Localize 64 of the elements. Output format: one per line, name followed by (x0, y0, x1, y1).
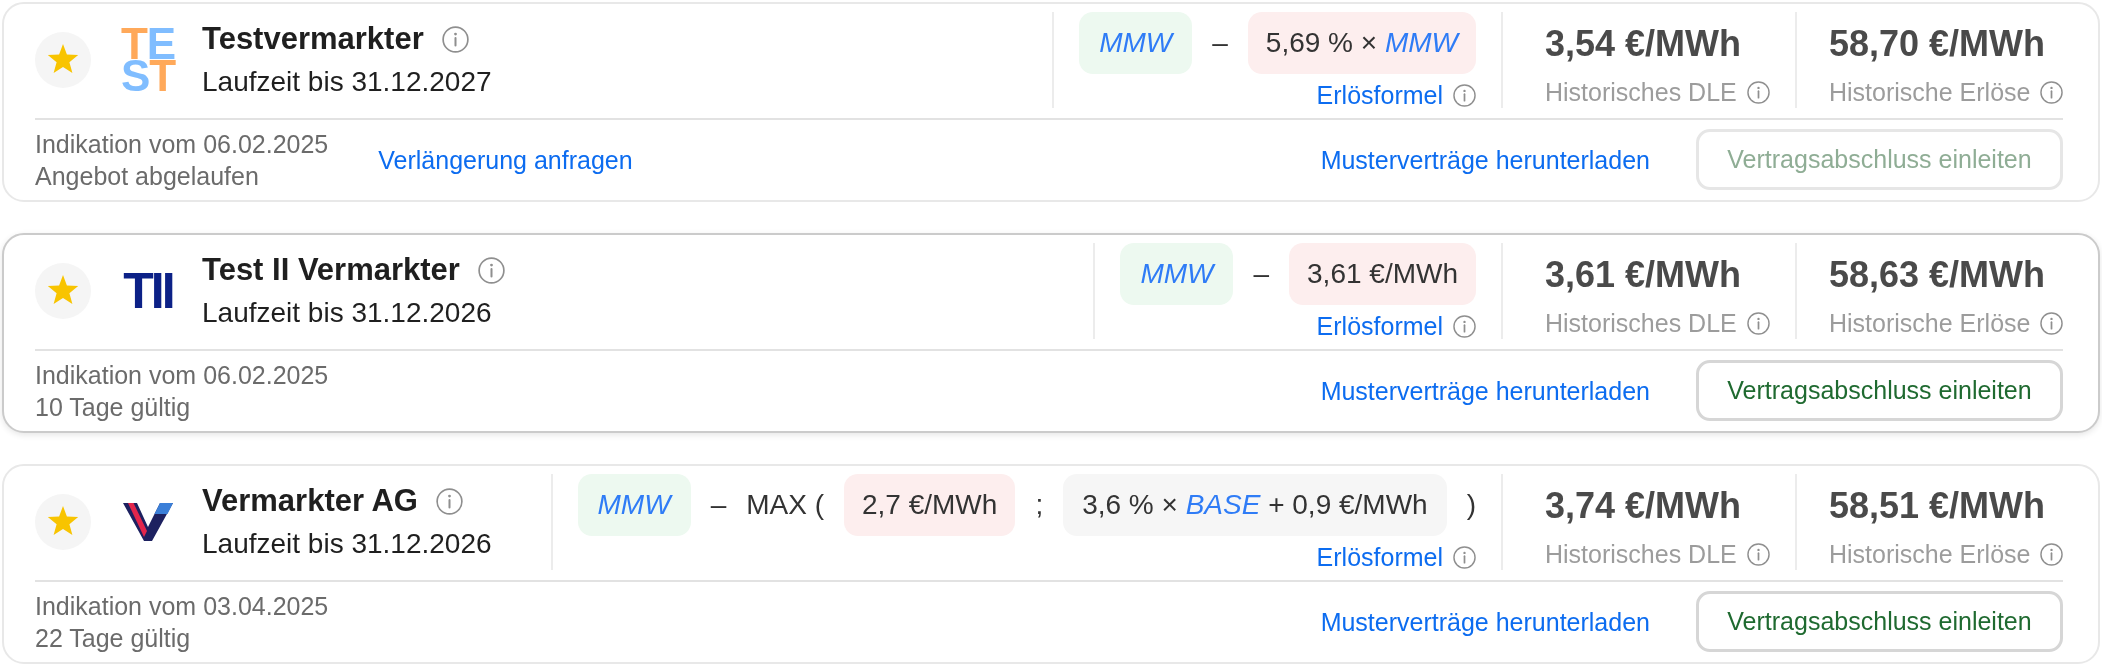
formula-link[interactable]: Erlösformel (1316, 82, 1443, 108)
formula-operator: – (710, 488, 727, 522)
stat-label: Historische Erlöse (1829, 541, 2031, 567)
formula-term: MMW (577, 474, 691, 536)
download-link[interactable]: Musterverträge herunterladen (1320, 145, 1650, 174)
formula-operator: – (1253, 257, 1270, 291)
stat-value: 58,70 €/MWh (1829, 22, 2047, 66)
info-icon[interactable] (1453, 545, 1476, 569)
contract-button[interactable]: Vertragsabschluss einleiten (1696, 360, 2063, 421)
formula-term: 5,69 % × MMW (1247, 12, 1476, 74)
extension-link[interactable]: Verlängerung anfragen (378, 145, 633, 174)
term-text: Laufzeit bis 31.12.2027 (202, 65, 492, 99)
stat-label: Historische Erlöse (1829, 310, 2031, 336)
v-shape-logo-icon (122, 502, 174, 542)
validity-text: 10 Tage gültig (35, 391, 192, 423)
info-icon[interactable] (477, 256, 505, 284)
contract-button[interactable]: Vertragsabschluss einleiten (1696, 591, 2063, 652)
formula-operator: ) (1466, 488, 1476, 522)
indication-date: Indikation vom 06.02.2025 (35, 128, 329, 160)
formula-term: MMW (1120, 243, 1234, 305)
formula-link[interactable]: Erlösformel (1316, 544, 1443, 570)
info-icon[interactable] (441, 25, 469, 53)
info-icon[interactable] (1746, 542, 1770, 566)
formula-term: 3,61 €/MWh (1289, 243, 1476, 305)
logo-letter: S (120, 60, 150, 92)
info-icon[interactable] (1453, 83, 1476, 107)
logo-letter: T (120, 28, 147, 60)
stat-label: Historische Erlöse (1829, 79, 2031, 105)
marketer-name: Test II Vermarkter (202, 251, 460, 289)
validity-text: 22 Tage gültig (35, 622, 192, 654)
validity-text: Angebot abgelaufen (35, 160, 260, 192)
formula-operator: MAX ( (746, 488, 824, 522)
stat-value: 3,74 €/MWh (1545, 484, 1743, 528)
stat-value: 3,54 €/MWh (1545, 22, 1743, 66)
info-icon[interactable] (2040, 542, 2064, 566)
indication-date: Indikation vom 06.02.2025 (35, 359, 329, 391)
stat-value: 58,63 €/MWh (1829, 253, 2047, 297)
formula-term: 3,6 % × BASE + 0,9 €/MWh (1063, 474, 1447, 536)
formula-term: 2,7 €/MWh (844, 474, 1016, 536)
logo-letter: E (146, 28, 176, 60)
info-icon[interactable] (2040, 80, 2064, 104)
indication-date: Indikation vom 03.04.2025 (35, 590, 329, 622)
info-icon[interactable] (1746, 311, 1770, 335)
formula-term: MMW (1079, 12, 1193, 74)
logo-letter: T (149, 60, 176, 92)
term-text: Laufzeit bis 31.12.2026 (202, 527, 492, 561)
download-link[interactable]: Musterverträge herunterladen (1320, 376, 1650, 405)
stat-value: 58,51 €/MWh (1829, 484, 2047, 528)
formula-operator: ; (1035, 488, 1044, 522)
marketer-name: Testvermarkter (202, 20, 424, 58)
term-text: Laufzeit bis 31.12.2026 (202, 296, 493, 330)
info-icon[interactable] (2040, 311, 2064, 335)
formula-link[interactable]: Erlösformel (1316, 313, 1443, 339)
info-icon[interactable] (436, 487, 463, 515)
stat-label: Historisches DLE (1545, 79, 1737, 105)
info-icon[interactable] (1746, 80, 1770, 104)
marketer-name: Vermarkter AG (202, 482, 418, 520)
stat-label: Historisches DLE (1545, 541, 1737, 567)
stat-value: 3,61 €/MWh (1545, 253, 1743, 297)
info-icon[interactable] (1453, 314, 1476, 338)
stat-label: Historisches DLE (1545, 310, 1737, 336)
wordmark-logo: TII (123, 266, 173, 316)
formula-operator: – (1212, 26, 1228, 60)
download-link[interactable]: Musterverträge herunterladen (1320, 607, 1650, 636)
